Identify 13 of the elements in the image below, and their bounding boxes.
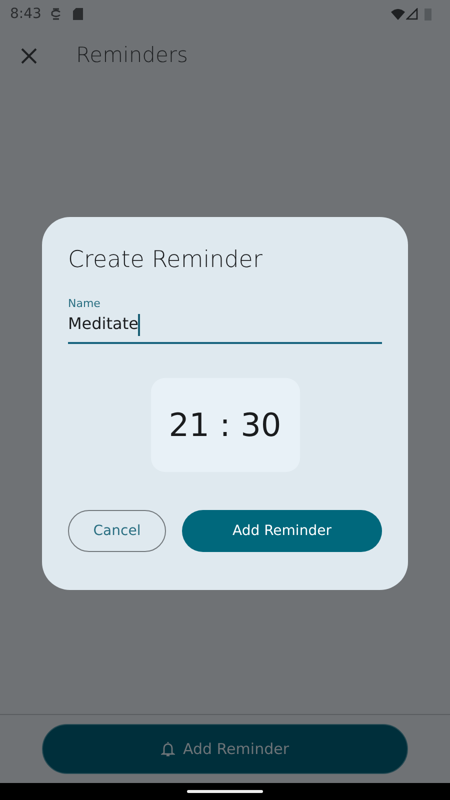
close-icon[interactable] <box>20 47 38 65</box>
sd-card-icon <box>73 8 84 20</box>
wifi-icon <box>391 8 405 20</box>
dialog-title: Create Reminder <box>68 246 264 275</box>
signal-icon <box>406 8 418 20</box>
bell-icon <box>161 741 175 757</box>
status-time: 8:43 <box>10 4 42 24</box>
app-bar-title: Reminders <box>76 42 188 70</box>
add-reminder-button[interactable]: Add Reminder <box>182 510 382 552</box>
name-field[interactable]: Name Meditate <box>68 296 382 344</box>
time-picker[interactable]: 21 : 30 <box>150 378 300 472</box>
battery-icon <box>424 8 432 20</box>
cancel-button[interactable]: Cancel <box>68 510 166 552</box>
